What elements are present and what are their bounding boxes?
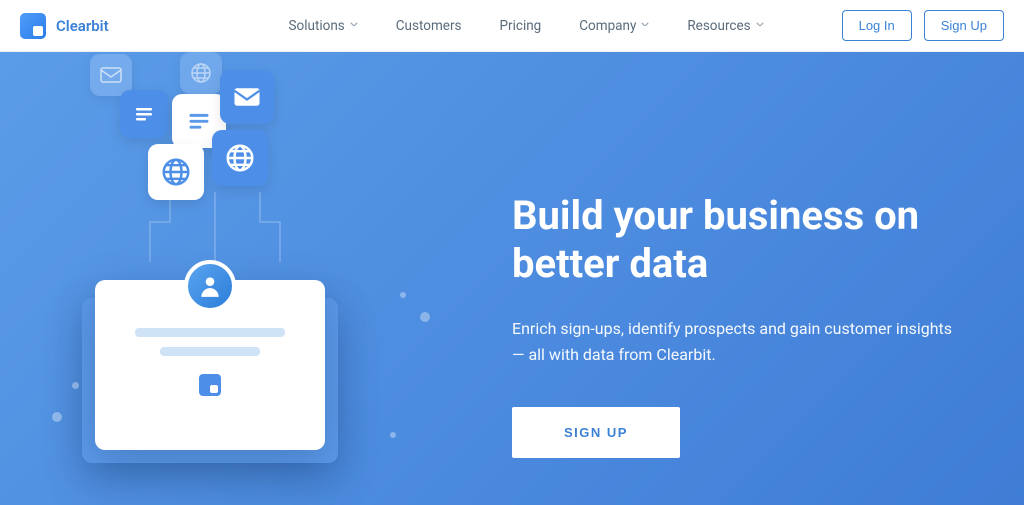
logo-icon bbox=[199, 374, 221, 396]
placeholder-bar bbox=[160, 347, 260, 356]
document-icon bbox=[120, 90, 168, 138]
decorative-dot bbox=[72, 382, 79, 389]
logo-icon bbox=[20, 13, 46, 39]
chevron-down-icon bbox=[641, 22, 649, 30]
nav-resources[interactable]: Resources bbox=[687, 18, 763, 34]
hero-section: Build your business on better data Enric… bbox=[0, 52, 1024, 505]
decorative-dot bbox=[52, 412, 62, 422]
nav-pricing[interactable]: Pricing bbox=[500, 18, 542, 34]
globe-icon bbox=[212, 130, 268, 186]
hero-signup-button[interactable]: SIGN UP bbox=[512, 407, 680, 458]
hero-subtitle: Enrich sign-ups, identify prospects and … bbox=[512, 316, 952, 367]
decorative-dot bbox=[420, 312, 430, 322]
decorative-dot bbox=[400, 292, 406, 298]
site-header: Clearbit Solutions Customers Pricing Com… bbox=[0, 0, 1024, 52]
logo[interactable]: Clearbit bbox=[20, 13, 109, 39]
nav-customers[interactable]: Customers bbox=[396, 18, 462, 34]
globe-icon bbox=[180, 52, 222, 94]
profile-card bbox=[95, 280, 325, 450]
avatar-icon bbox=[184, 260, 236, 312]
decorative-dot bbox=[390, 432, 396, 438]
hero-illustration bbox=[40, 52, 380, 505]
nav-company[interactable]: Company bbox=[579, 18, 649, 34]
nav-solutions[interactable]: Solutions bbox=[289, 18, 358, 34]
signup-button[interactable]: Sign Up bbox=[924, 10, 1004, 41]
globe-icon bbox=[148, 144, 204, 200]
placeholder-bar bbox=[135, 328, 285, 337]
chevron-down-icon bbox=[350, 22, 358, 30]
chevron-down-icon bbox=[756, 22, 764, 30]
logo-text: Clearbit bbox=[56, 17, 109, 35]
hero-title: Build your business on better data bbox=[512, 192, 952, 288]
main-nav: Solutions Customers Pricing Company Reso… bbox=[289, 10, 1005, 41]
hero-content: Build your business on better data Enric… bbox=[512, 192, 952, 458]
envelope-icon bbox=[220, 70, 274, 124]
nav-label: Pricing bbox=[500, 18, 542, 34]
login-button[interactable]: Log In bbox=[842, 10, 912, 41]
nav-label: Solutions bbox=[289, 18, 345, 34]
nav-label: Customers bbox=[396, 18, 462, 34]
nav-label: Resources bbox=[687, 18, 750, 34]
auth-buttons: Log In Sign Up bbox=[842, 10, 1004, 41]
nav-label: Company bbox=[579, 18, 636, 34]
